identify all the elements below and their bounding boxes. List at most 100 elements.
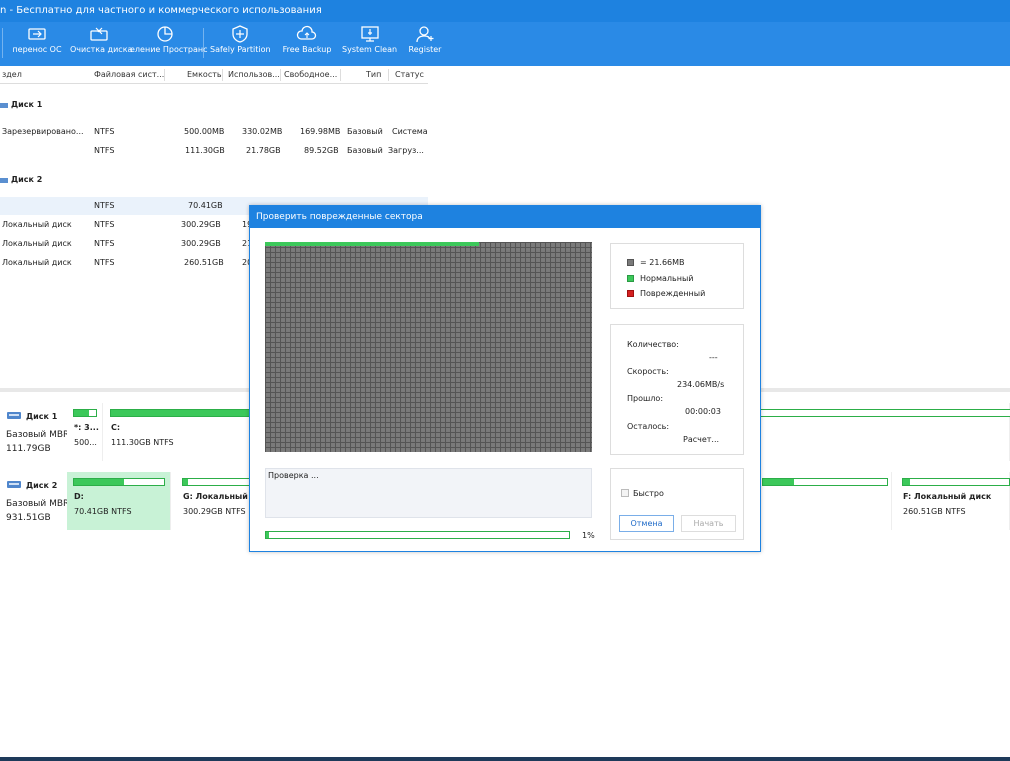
log-box: Проверка ... [265,468,592,518]
usage-bar [73,409,97,417]
col-free[interactable]: Свободное... [284,70,337,79]
cell-filesystem: NTFS [94,258,115,267]
disk-wipe-button[interactable]: Очистка диска [70,22,132,66]
free-backup-label: Free Backup [282,45,332,54]
space-analyze-button[interactable]: еление Пространс [130,22,208,66]
cancel-button[interactable]: Отмена [619,515,674,532]
cell-partition: Локальный диск [2,220,72,229]
disk1-info[interactable]: Диск 1 Базовый MBR 111.79GB [0,403,70,461]
cell-filesystem: NTFS [94,201,115,210]
free-backup-button[interactable]: Free Backup [278,22,336,66]
cell-type: Базовый [347,146,383,155]
disk1-size: 111.79GB [6,444,51,454]
progress-fill [266,532,270,538]
progress-percent: 1% [582,531,595,540]
quick-label: Быстро [633,489,664,498]
space-analyze-icon [157,26,173,42]
remaining-label: Осталось: [627,422,670,431]
disk2-header[interactable]: Диск 2 [0,170,428,190]
column-divider [164,69,165,81]
table-row[interactable]: Зарезервировано... NTFS 500.00MB 330.02M… [0,123,428,141]
sector-map [265,242,592,452]
usage-bar [73,478,165,486]
damaged-swatch [627,290,634,297]
disk1-header[interactable]: Диск 1 [0,95,428,115]
disk-icon [0,103,8,108]
cell-type: Базовый [347,127,383,136]
quick-checkbox[interactable] [621,489,629,497]
col-filesystem[interactable]: Файловая сист... [94,70,164,79]
usage-bar [902,478,1010,486]
toolbar-separator [2,28,3,58]
elapsed-value: 00:00:03 [685,407,721,416]
usage-bar [762,478,888,486]
normal-swatch [627,275,634,282]
legend-block-label: = 21.66MB [640,258,685,267]
disk-wipe-label: Очистка диска [70,45,133,54]
partition-block[interactable] [762,472,892,530]
partition-block[interactable]: G: Локальный д 300.29GB NTFS [176,472,257,530]
system-clean-icon [360,26,379,42]
sector-map-progress [265,242,479,246]
legend-panel: = 21.66MB Нормальный Поврежденный [610,243,744,309]
disk1-label: Диск 1 [11,100,43,109]
usage-fill [74,479,124,485]
window-title: n - Бесплатно для частного и коммерческо… [0,0,1010,22]
cell-filesystem: NTFS [94,220,115,229]
cell-capacity: 300.29GB [181,220,221,229]
register-button[interactable]: Register [404,22,446,66]
column-divider [388,69,389,81]
safely-partition-button[interactable]: Safely Partition [210,22,271,66]
disk-wipe-icon [90,27,108,41]
disk2-info[interactable]: Диск 2 Базовый MBR 931.51GB [0,472,70,530]
disk-icon [7,481,21,488]
column-divider [280,69,281,81]
disk-icon [0,178,8,183]
partition-block[interactable]: *: 3... 500... [67,403,103,461]
usage-fill [903,479,911,485]
elapsed-label: Прошло: [627,394,664,403]
legend-damaged: Поврежденный [627,289,705,298]
start-button[interactable]: Начать [681,515,736,532]
space-analyze-label: еление Пространс [130,45,208,54]
usage-fill [183,479,188,485]
shield-icon [232,25,248,43]
disk2-type: Базовый MBR [6,499,70,509]
dialog-title[interactable]: Проверить поврежденные сектора [250,206,760,228]
col-type[interactable]: Тип [366,70,381,79]
cell-free: 89.52GB [304,146,339,155]
partition-name: *: 3... [74,423,99,432]
col-partition[interactable]: здел [2,70,22,79]
table-row[interactable]: NTFS 111.30GB 21.78GB 89.52GB Базовый За… [0,142,428,160]
disk-icon [7,412,21,419]
cell-partition: Локальный диск [2,258,72,267]
migrate-os-button[interactable]: перенос ОС [10,22,64,66]
col-status[interactable]: Статус [395,70,424,79]
user-add-icon [416,26,434,43]
block-swatch [627,259,634,266]
partition-name: D: [74,492,84,501]
col-capacity[interactable]: Емкость [187,70,222,79]
partition-block[interactable]: F: Локальный диск 260.51GB NTFS [896,472,1010,530]
options-panel: Быстро Отмена Начать [610,468,744,540]
partition-block[interactable]: D: 70.41GB NTFS [67,472,171,530]
cell-capacity: 111.30GB [185,146,225,155]
cell-free: 169.98MB [300,127,341,136]
system-clean-label: System Clean [342,45,398,54]
disk2-name: Диск 2 [26,481,58,490]
col-used[interactable]: Использов... [228,70,280,79]
cell-used: 21.78GB [246,146,281,155]
toolbar: перенос ОС Очистка диска еление Простран… [0,22,1010,66]
disk1-type: Базовый MBR [6,430,70,440]
cell-partition: Локальный диск [2,239,72,248]
cell-status: Система [392,127,428,136]
cell-used: 330.02MB [242,127,283,136]
partition-name: F: Локальный диск [903,492,992,501]
count-label: Количество: [627,340,679,349]
system-clean-button[interactable]: System Clean [342,22,397,66]
cell-capacity: 300.29GB [181,239,221,248]
partition-size: 111.30GB NTFS [111,438,174,447]
cell-capacity: 70.41GB [188,201,223,210]
cell-filesystem: NTFS [94,239,115,248]
safely-partition-label: Safely Partition [210,45,271,54]
